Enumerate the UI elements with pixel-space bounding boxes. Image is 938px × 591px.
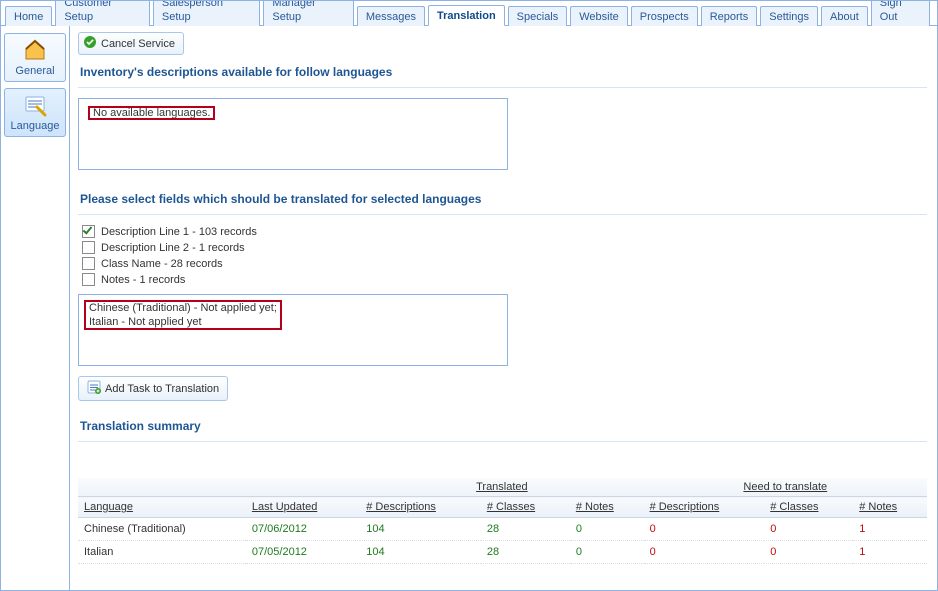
add-task-icon [87,380,101,397]
app-window: HomeCustomer SetupSalesperson SetupManag… [0,0,938,591]
add-task-button[interactable]: Add Task to Translation [78,376,228,401]
field-label: Description Line 2 - 1 records [101,242,245,254]
cancel-service-button[interactable]: Cancel Service [78,32,184,55]
table-cell: 07/06/2012 [246,518,360,541]
table-cell: 28 [481,541,570,564]
selected-lang-line2: Italian - Not applied yet [89,316,202,328]
selected-lang-line1: Chinese (Traditional) - Not applied yet; [89,302,277,314]
col-n-descriptions[interactable]: # Descriptions [644,497,765,518]
checkbox-icon[interactable] [82,241,95,254]
group-need-label: Need to translate [743,481,827,493]
main-tabbar: HomeCustomer SetupSalesperson SetupManag… [1,1,937,26]
checkbox-icon[interactable] [82,273,95,286]
table-cell: Chinese (Traditional) [78,518,246,541]
tab-sign-out[interactable]: Sign Out [871,0,930,26]
language-icon [23,93,47,117]
field-row: Notes - 1 records [82,273,927,286]
sidebar-item-general[interactable]: General [4,33,66,82]
tab-salesperson-setup[interactable]: Salesperson Setup [153,0,261,26]
tab-specials[interactable]: Specials [508,6,568,26]
field-label: Description Line 1 - 103 records [101,226,257,238]
content-panel: Cancel Service Inventory's descriptions … [70,26,937,591]
table-cell: 28 [481,518,570,541]
table-cell: 104 [360,541,481,564]
no-languages-text: No available languages. [87,105,216,121]
home-icon [23,38,47,62]
table-cell: 1 [853,541,927,564]
col-language[interactable]: Language [78,497,246,518]
table-row: Italian07/05/2012104280001 [78,541,927,564]
table-cell: 0 [570,518,644,541]
field-label: Class Name - 28 records [101,258,223,270]
tab-manager-setup[interactable]: Manager Setup [263,0,353,26]
tab-home[interactable]: Home [5,6,52,26]
section-title-summary: Translation summary [80,419,927,433]
tab-reports[interactable]: Reports [701,6,758,26]
table-cell: 0 [570,541,644,564]
tab-customer-setup[interactable]: Customer Setup [55,0,150,26]
tab-prospects[interactable]: Prospects [631,6,698,26]
summary-table: Translated Need to translate Language La… [78,478,927,564]
table-cell: 07/05/2012 [246,541,360,564]
col-n-classes[interactable]: # Classes [764,497,853,518]
separator [78,441,927,442]
table-cell: 104 [360,518,481,541]
sidebar-label-general: General [15,65,54,77]
content-toolbar: Cancel Service [78,32,927,55]
group-translated-label: Translated [476,481,528,493]
col-n-notes[interactable]: # Notes [853,497,927,518]
sidebar-label-language: Language [11,120,60,132]
col-t-classes[interactable]: # Classes [481,497,570,518]
table-cell: 0 [644,518,765,541]
tab-about[interactable]: About [821,6,868,26]
col-t-descriptions[interactable]: # Descriptions [360,497,481,518]
cancel-service-label: Cancel Service [101,38,175,50]
table-cell: 1 [853,518,927,541]
separator [78,87,927,88]
table-cell: 0 [764,541,853,564]
field-checkbox-list: Description Line 1 - 103 records Descript… [82,225,927,286]
table-cell: 0 [644,541,765,564]
table-row: Chinese (Traditional)07/06/2012104280001 [78,518,927,541]
sidebar-item-language[interactable]: Language [4,88,66,137]
section-title-fields: Please select fields which should be tra… [80,192,927,206]
section-title-available: Inventory's descriptions available for f… [80,65,927,79]
sidebar: General Language [1,26,70,591]
available-languages-box: No available languages. [78,98,508,170]
field-row: Class Name - 28 records [82,257,927,270]
summary-column-header-row: Language Last Updated # Descriptions # C… [78,497,927,518]
field-row: Description Line 2 - 1 records [82,241,927,254]
main-wrap: General Language Cancel Service Inventor… [1,26,937,591]
tab-translation[interactable]: Translation [428,5,505,26]
field-label: Notes - 1 records [101,274,185,286]
tab-website[interactable]: Website [570,6,628,26]
col-t-notes[interactable]: # Notes [570,497,644,518]
col-last-updated[interactable]: Last Updated [246,497,360,518]
check-circle-icon [83,35,97,52]
checkbox-icon[interactable] [82,257,95,270]
add-task-label: Add Task to Translation [105,383,219,395]
selected-languages-box: Chinese (Traditional) - Not applied yet;… [78,294,508,366]
table-cell: 0 [764,518,853,541]
checkbox-icon[interactable] [82,225,95,238]
field-row: Description Line 1 - 103 records [82,225,927,238]
tab-settings[interactable]: Settings [760,6,818,26]
summary-group-header-row: Translated Need to translate [78,478,927,497]
table-cell: Italian [78,541,246,564]
tab-messages[interactable]: Messages [357,6,425,26]
separator [78,214,927,215]
selected-languages-highlight: Chinese (Traditional) - Not applied yet;… [83,299,283,331]
